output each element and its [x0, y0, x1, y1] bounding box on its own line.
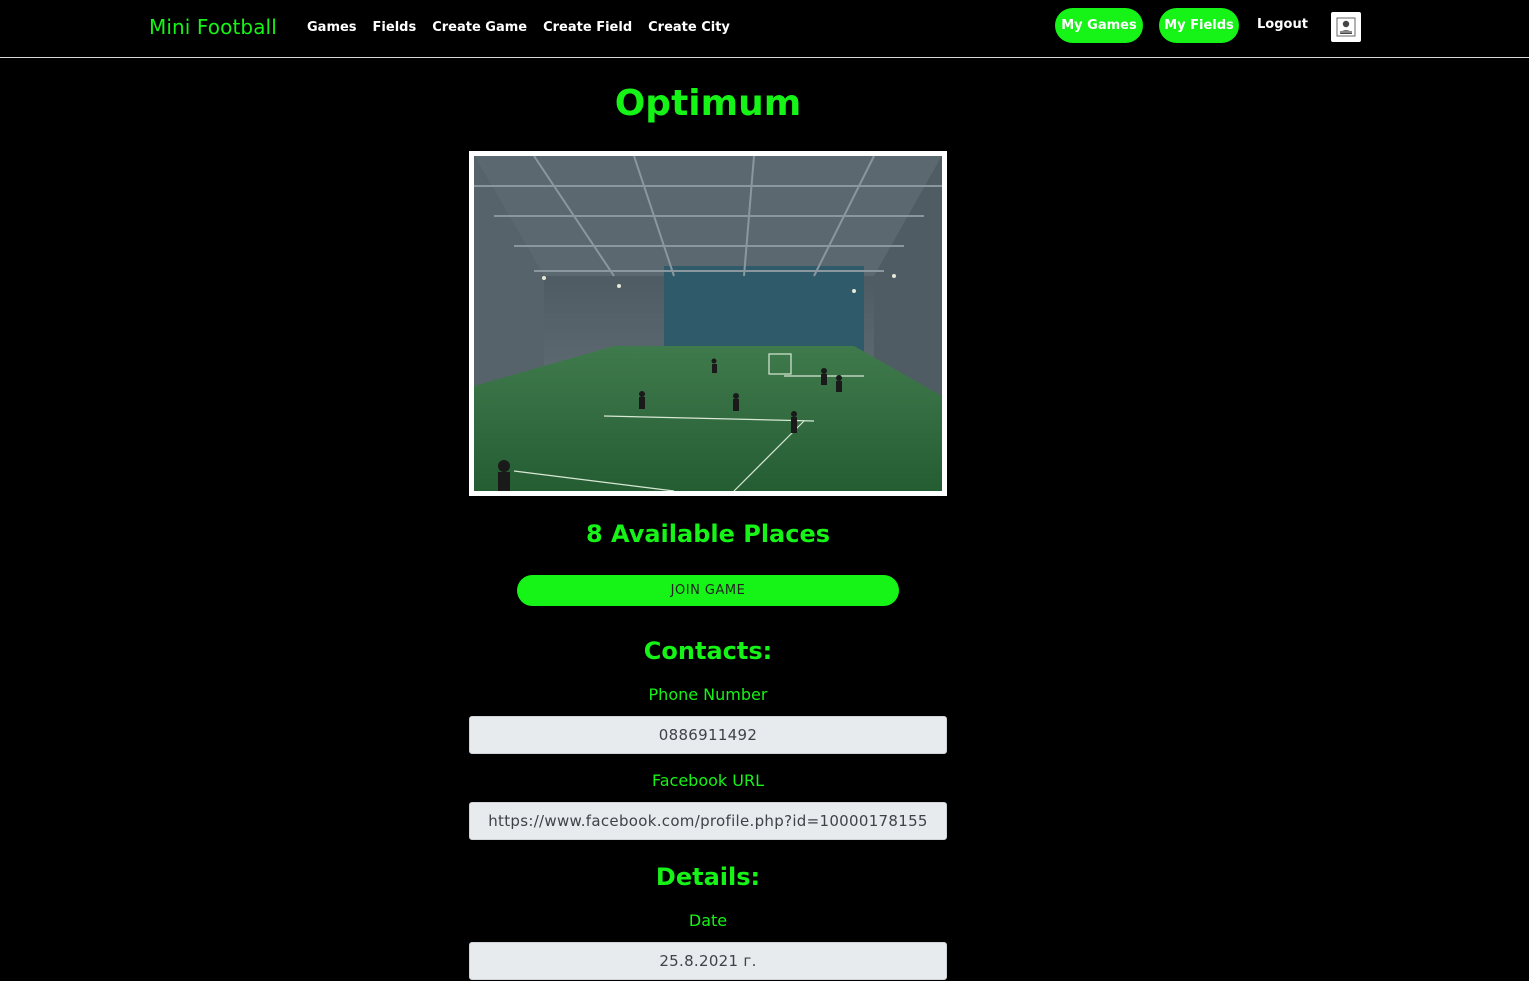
contacts-heading: Contacts: [643, 637, 773, 665]
date-field[interactable]: 25.8.2021 г. [469, 942, 947, 980]
indoor-pitch-image [474, 156, 942, 491]
phone-field[interactable]: 0886911492 [469, 716, 947, 754]
user-profile-icon [1336, 17, 1356, 37]
field-title: Optimum [614, 83, 802, 124]
logout-link[interactable]: Logout [1257, 17, 1308, 32]
nav-create-game[interactable]: Create Game [432, 20, 527, 35]
my-fields-button[interactable]: My Fields [1159, 8, 1239, 43]
nav-links: Games Fields Create Game Create Field Cr… [307, 20, 730, 35]
nav-fields[interactable]: Fields [373, 20, 417, 35]
join-game-button[interactable]: JOIN GAME [517, 575, 899, 606]
nav-create-field[interactable]: Create Field [543, 20, 632, 35]
details-heading: Details: [655, 863, 761, 891]
nav-games[interactable]: Games [307, 20, 357, 35]
facebook-label: Facebook URL [651, 771, 764, 790]
facebook-field[interactable]: https://www.facebook.com/profile.php?id=… [469, 802, 947, 840]
navbar: Mini Football Games Fields Create Game C… [0, 0, 1529, 58]
brand-link[interactable]: Mini Football [149, 15, 277, 39]
phone-label: Phone Number [648, 685, 768, 704]
avatar[interactable] [1331, 12, 1361, 42]
my-games-button[interactable]: My Games [1055, 8, 1143, 43]
available-places: 8 Available Places [585, 520, 831, 548]
field-photo [469, 151, 947, 496]
date-label: Date [688, 911, 728, 930]
nav-create-city[interactable]: Create City [648, 20, 730, 35]
